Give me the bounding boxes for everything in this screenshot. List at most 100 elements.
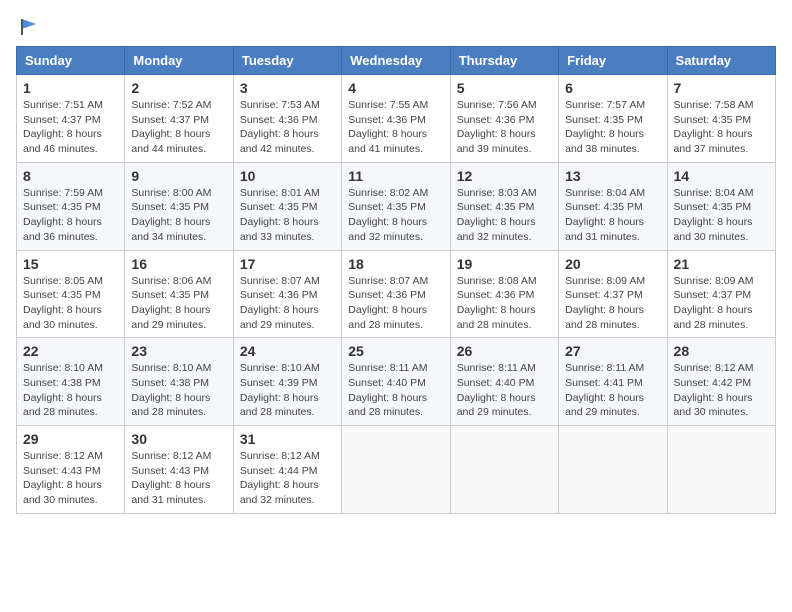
calendar-cell: 23 Sunrise: 8:10 AMSunset: 4:38 PMDayligh… — [125, 338, 233, 426]
day-number: 18 — [348, 256, 443, 272]
day-number: 4 — [348, 80, 443, 96]
day-detail: Sunrise: 8:09 AMSunset: 4:37 PMDaylight:… — [565, 274, 660, 333]
day-detail: Sunrise: 8:07 AMSunset: 4:36 PMDaylight:… — [348, 274, 443, 333]
day-detail: Sunrise: 7:53 AMSunset: 4:36 PMDaylight:… — [240, 98, 335, 157]
calendar-cell: 8 Sunrise: 7:59 AMSunset: 4:35 PMDaylight… — [17, 162, 125, 250]
day-number: 15 — [23, 256, 118, 272]
day-detail: Sunrise: 8:12 AMSunset: 4:44 PMDaylight:… — [240, 449, 335, 508]
day-number: 12 — [457, 168, 552, 184]
day-detail: Sunrise: 8:02 AMSunset: 4:35 PMDaylight:… — [348, 186, 443, 245]
day-number: 5 — [457, 80, 552, 96]
calendar-cell: 5 Sunrise: 7:56 AMSunset: 4:36 PMDaylight… — [450, 75, 558, 163]
day-number: 31 — [240, 431, 335, 447]
calendar-table: SundayMondayTuesdayWednesdayThursdayFrid… — [16, 46, 776, 514]
day-detail: Sunrise: 7:58 AMSunset: 4:35 PMDaylight:… — [674, 98, 769, 157]
day-detail: Sunrise: 8:10 AMSunset: 4:38 PMDaylight:… — [131, 361, 226, 420]
day-detail: Sunrise: 7:57 AMSunset: 4:35 PMDaylight:… — [565, 98, 660, 157]
day-number: 21 — [674, 256, 769, 272]
day-number: 9 — [131, 168, 226, 184]
calendar-cell: 10 Sunrise: 8:01 AMSunset: 4:35 PMDayligh… — [233, 162, 341, 250]
calendar-cell: 3Sunrise: 7:53 AMSunset: 4:36 PMDaylight… — [233, 75, 341, 163]
calendar-cell: 7Sunrise: 7:58 AMSunset: 4:35 PMDaylight… — [667, 75, 775, 163]
weekday-header-tuesday: Tuesday — [233, 47, 341, 75]
day-number: 6 — [565, 80, 660, 96]
day-detail: Sunrise: 7:52 AMSunset: 4:37 PMDaylight:… — [131, 98, 226, 157]
day-detail: Sunrise: 8:12 AMSunset: 4:43 PMDaylight:… — [131, 449, 226, 508]
weekday-header-friday: Friday — [559, 47, 667, 75]
day-number: 10 — [240, 168, 335, 184]
calendar-cell — [667, 426, 775, 514]
weekday-header-monday: Monday — [125, 47, 233, 75]
day-number: 13 — [565, 168, 660, 184]
logo-flag-icon — [18, 16, 40, 38]
calendar-cell — [559, 426, 667, 514]
calendar-week-row: 22 Sunrise: 8:10 AMSunset: 4:38 PMDayligh… — [17, 338, 776, 426]
calendar-cell: 1 Sunrise: 7:51 AMSunset: 4:37 PMDaylight… — [17, 75, 125, 163]
calendar-cell: 6 Sunrise: 7:57 AMSunset: 4:35 PMDaylight… — [559, 75, 667, 163]
day-detail: Sunrise: 8:11 AMSunset: 4:41 PMDaylight:… — [565, 361, 660, 420]
day-detail: Sunrise: 7:51 AMSunset: 4:37 PMDaylight:… — [23, 98, 118, 157]
day-number: 19 — [457, 256, 552, 272]
calendar-cell: 25Sunrise: 8:11 AMSunset: 4:40 PMDayligh… — [342, 338, 450, 426]
day-detail: Sunrise: 8:01 AMSunset: 4:35 PMDaylight:… — [240, 186, 335, 245]
calendar-cell: 11 Sunrise: 8:02 AMSunset: 4:35 PMDayligh… — [342, 162, 450, 250]
calendar-cell: 15 Sunrise: 8:05 AMSunset: 4:35 PMDayligh… — [17, 250, 125, 338]
calendar-cell: 29 Sunrise: 8:12 AMSunset: 4:43 PMDayligh… — [17, 426, 125, 514]
calendar-cell: 31 Sunrise: 8:12 AMSunset: 4:44 PMDayligh… — [233, 426, 341, 514]
weekday-header-thursday: Thursday — [450, 47, 558, 75]
logo — [16, 16, 40, 38]
day-detail: Sunrise: 7:56 AMSunset: 4:36 PMDaylight:… — [457, 98, 552, 157]
calendar-cell: 28Sunrise: 8:12 AMSunset: 4:42 PMDayligh… — [667, 338, 775, 426]
day-detail: Sunrise: 8:10 AMSunset: 4:39 PMDaylight:… — [240, 361, 335, 420]
day-detail: Sunrise: 8:06 AMSunset: 4:35 PMDaylight:… — [131, 274, 226, 333]
calendar-cell: 17 Sunrise: 8:07 AMSunset: 4:36 PMDayligh… — [233, 250, 341, 338]
day-number: 11 — [348, 168, 443, 184]
calendar-cell: 14Sunrise: 8:04 AMSunset: 4:35 PMDayligh… — [667, 162, 775, 250]
calendar-cell: 4 Sunrise: 7:55 AMSunset: 4:36 PMDaylight… — [342, 75, 450, 163]
day-number: 24 — [240, 343, 335, 359]
day-number: 22 — [23, 343, 118, 359]
day-detail: Sunrise: 8:11 AMSunset: 4:40 PMDaylight:… — [457, 361, 552, 420]
weekday-header-wednesday: Wednesday — [342, 47, 450, 75]
calendar-cell — [450, 426, 558, 514]
calendar-cell: 30 Sunrise: 8:12 AMSunset: 4:43 PMDayligh… — [125, 426, 233, 514]
title-area — [40, 16, 776, 18]
day-detail: Sunrise: 8:07 AMSunset: 4:36 PMDaylight:… — [240, 274, 335, 333]
calendar-week-row: 15 Sunrise: 8:05 AMSunset: 4:35 PMDayligh… — [17, 250, 776, 338]
day-detail: Sunrise: 8:10 AMSunset: 4:38 PMDaylight:… — [23, 361, 118, 420]
day-detail: Sunrise: 8:09 AMSunset: 4:37 PMDaylight:… — [674, 274, 769, 333]
day-detail: Sunrise: 8:05 AMSunset: 4:35 PMDaylight:… — [23, 274, 118, 333]
day-detail: Sunrise: 8:04 AMSunset: 4:35 PMDaylight:… — [674, 186, 769, 245]
calendar-cell: 2Sunrise: 7:52 AMSunset: 4:37 PMDaylight… — [125, 75, 233, 163]
calendar-cell: 21 Sunrise: 8:09 AMSunset: 4:37 PMDayligh… — [667, 250, 775, 338]
calendar-cell: 24 Sunrise: 8:10 AMSunset: 4:39 PMDayligh… — [233, 338, 341, 426]
day-number: 29 — [23, 431, 118, 447]
day-number: 20 — [565, 256, 660, 272]
calendar-week-row: 1 Sunrise: 7:51 AMSunset: 4:37 PMDaylight… — [17, 75, 776, 163]
weekday-header-row: SundayMondayTuesdayWednesdayThursdayFrid… — [17, 47, 776, 75]
calendar-cell: 9 Sunrise: 8:00 AMSunset: 4:35 PMDaylight… — [125, 162, 233, 250]
day-detail: Sunrise: 8:04 AMSunset: 4:35 PMDaylight:… — [565, 186, 660, 245]
weekday-header-sunday: Sunday — [17, 47, 125, 75]
day-detail: Sunrise: 8:12 AMSunset: 4:43 PMDaylight:… — [23, 449, 118, 508]
calendar-cell: 22 Sunrise: 8:10 AMSunset: 4:38 PMDayligh… — [17, 338, 125, 426]
calendar-cell: 26 Sunrise: 8:11 AMSunset: 4:40 PMDayligh… — [450, 338, 558, 426]
day-detail: Sunrise: 7:59 AMSunset: 4:35 PMDaylight:… — [23, 186, 118, 245]
day-detail: Sunrise: 8:00 AMSunset: 4:35 PMDaylight:… — [131, 186, 226, 245]
day-number: 30 — [131, 431, 226, 447]
day-number: 8 — [23, 168, 118, 184]
day-detail: Sunrise: 7:55 AMSunset: 4:36 PMDaylight:… — [348, 98, 443, 157]
calendar-cell: 20 Sunrise: 8:09 AMSunset: 4:37 PMDayligh… — [559, 250, 667, 338]
day-number: 1 — [23, 80, 118, 96]
day-number: 17 — [240, 256, 335, 272]
page-header — [16, 16, 776, 38]
day-number: 23 — [131, 343, 226, 359]
day-detail: Sunrise: 8:12 AMSunset: 4:42 PMDaylight:… — [674, 361, 769, 420]
day-number: 26 — [457, 343, 552, 359]
day-detail: Sunrise: 8:03 AMSunset: 4:35 PMDaylight:… — [457, 186, 552, 245]
calendar-cell: 12 Sunrise: 8:03 AMSunset: 4:35 PMDayligh… — [450, 162, 558, 250]
day-number: 27 — [565, 343, 660, 359]
calendar-cell — [342, 426, 450, 514]
calendar-cell: 18 Sunrise: 8:07 AMSunset: 4:36 PMDayligh… — [342, 250, 450, 338]
day-number: 25 — [348, 343, 443, 359]
